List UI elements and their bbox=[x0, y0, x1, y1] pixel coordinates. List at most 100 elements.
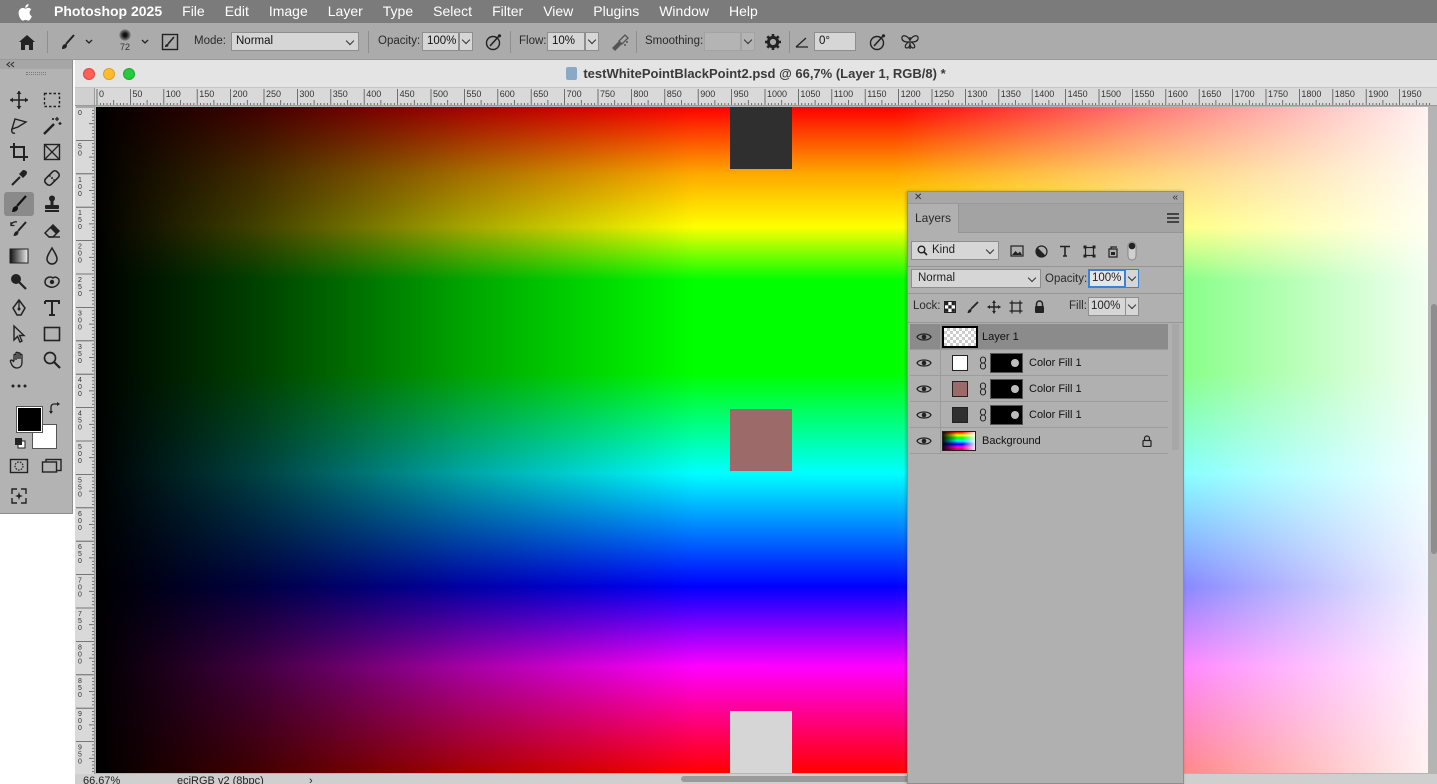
menu-window[interactable]: Window bbox=[649, 0, 719, 23]
background-thumbnail[interactable] bbox=[942, 431, 976, 451]
lock-transparent-pixels-icon[interactable] bbox=[942, 299, 958, 315]
opacity-dropdown-button[interactable] bbox=[459, 32, 473, 51]
collapse-panel-icon[interactable]: « bbox=[1172, 192, 1178, 203]
menu-edit[interactable]: Edit bbox=[215, 0, 259, 23]
horizontal-ruler[interactable]: 0 50 100 150 200 250 300 350 400 450 500 550 600 650 7… bbox=[95, 88, 1437, 106]
menu-layer[interactable]: Layer bbox=[318, 0, 373, 23]
layer-name[interactable]: Color Fill 1 bbox=[1029, 409, 1082, 421]
fill-color-thumbnail[interactable] bbox=[952, 355, 968, 371]
canvas-image[interactable] bbox=[96, 107, 1428, 773]
layer-thumbnail-transparent[interactable] bbox=[942, 326, 978, 348]
layer-row-background[interactable]: Background bbox=[910, 428, 1168, 454]
brush-size-chevron-icon[interactable] bbox=[138, 32, 152, 52]
layers-panel-header[interactable]: ✕ « bbox=[908, 192, 1183, 204]
airbrush-icon[interactable] bbox=[610, 32, 630, 52]
color-profile-info[interactable]: eciRGB v2 (8bpc) bbox=[177, 775, 264, 784]
clone-stamp-tool-icon[interactable] bbox=[39, 192, 65, 216]
screen-mode-icon[interactable] bbox=[39, 454, 65, 478]
menu-type[interactable]: Type bbox=[373, 0, 423, 23]
tools-panel-header[interactable] bbox=[0, 60, 72, 69]
smoothing-input[interactable] bbox=[704, 32, 741, 51]
layer-opacity-dropdown-button[interactable] bbox=[1125, 269, 1139, 288]
layer-name[interactable]: Color Fill 1 bbox=[1029, 383, 1082, 395]
apple-menu-icon[interactable] bbox=[18, 2, 38, 22]
menu-image[interactable]: Image bbox=[259, 0, 318, 23]
layer-row-layer-1[interactable]: Layer 1 bbox=[910, 324, 1168, 350]
eyedropper-tool-icon[interactable] bbox=[6, 166, 32, 190]
frame-tool-icon[interactable] bbox=[39, 140, 65, 164]
visibility-eye-icon[interactable] bbox=[916, 382, 932, 396]
type-tool-icon[interactable] bbox=[39, 296, 65, 320]
menu-plugins[interactable]: Plugins bbox=[583, 0, 649, 23]
app-name-menu[interactable]: Photoshop 2025 bbox=[52, 0, 172, 23]
layer-mask-thumbnail[interactable] bbox=[990, 353, 1023, 373]
mode-select[interactable]: Normal bbox=[231, 32, 359, 51]
filter-type-layers-icon[interactable] bbox=[1057, 243, 1073, 259]
mask-link-icon[interactable] bbox=[979, 382, 987, 396]
layer-name[interactable]: Background bbox=[982, 435, 1041, 447]
lock-image-pixels-icon[interactable] bbox=[964, 299, 980, 315]
history-brush-tool-icon[interactable] bbox=[6, 218, 32, 242]
brush-size-preview[interactable]: 72 bbox=[112, 26, 138, 58]
layer-mask-thumbnail[interactable] bbox=[990, 379, 1023, 399]
menu-file[interactable]: File bbox=[172, 0, 215, 23]
rectangular-marquee-tool-icon[interactable] bbox=[39, 88, 65, 112]
horizontal-scrollbar[interactable] bbox=[681, 776, 911, 782]
home-icon[interactable] bbox=[17, 32, 37, 52]
more-tools-icon[interactable] bbox=[6, 374, 32, 398]
mask-link-icon[interactable] bbox=[979, 356, 987, 370]
lock-position-icon[interactable] bbox=[986, 299, 1002, 315]
menu-select[interactable]: Select bbox=[423, 0, 482, 23]
pressure-size-icon[interactable] bbox=[868, 32, 888, 52]
gradient-tool-icon[interactable] bbox=[6, 244, 32, 268]
smoothing-dropdown-button[interactable] bbox=[741, 32, 755, 51]
collapse-tools-icon[interactable] bbox=[5, 61, 15, 68]
eraser-tool-icon[interactable] bbox=[39, 218, 65, 242]
brush-preset-icon[interactable] bbox=[58, 32, 78, 52]
panel-menu-icon[interactable] bbox=[1167, 213, 1179, 223]
close-panel-icon[interactable]: ✕ bbox=[914, 193, 922, 203]
dodge-tool-icon[interactable] bbox=[6, 270, 32, 294]
foreground-color-swatch[interactable] bbox=[16, 406, 43, 433]
layer-name[interactable]: Layer 1 bbox=[982, 331, 1019, 343]
filter-shape-layers-icon[interactable] bbox=[1081, 243, 1097, 259]
layer-opacity-input[interactable]: 100% bbox=[1088, 269, 1126, 288]
blur-tool-icon[interactable] bbox=[39, 244, 65, 268]
fill-color-thumbnail[interactable] bbox=[952, 407, 968, 423]
layer-name[interactable]: Color Fill 1 bbox=[1029, 357, 1082, 369]
quick-mask-icon[interactable] bbox=[6, 454, 32, 478]
generative-edit-icon[interactable] bbox=[6, 484, 32, 508]
layer-filter-kind-select[interactable]: Kind bbox=[911, 241, 999, 260]
fill-input[interactable]: 100% bbox=[1088, 297, 1126, 316]
lasso-tool-icon[interactable] bbox=[6, 114, 32, 138]
move-tool-icon[interactable] bbox=[6, 88, 32, 112]
lock-artboard-icon[interactable] bbox=[1008, 299, 1024, 315]
zoom-level[interactable]: 66,67% bbox=[83, 775, 120, 784]
flow-input[interactable]: 10% bbox=[547, 32, 585, 51]
vertical-scrollbar[interactable] bbox=[1431, 304, 1437, 554]
fill-color-thumbnail[interactable] bbox=[952, 381, 968, 397]
filter-toggle-switch[interactable] bbox=[1127, 241, 1137, 261]
menu-filter[interactable]: Filter bbox=[482, 0, 533, 23]
layer-mask-thumbnail[interactable] bbox=[990, 405, 1023, 425]
smudge-direct-select-icon[interactable] bbox=[39, 270, 65, 294]
brush-preset-chevron-icon[interactable] bbox=[82, 32, 96, 52]
layer-row-color-fill-dark[interactable]: Color Fill 1 bbox=[910, 402, 1168, 428]
default-colors-icon[interactable] bbox=[14, 437, 26, 449]
tab-layers[interactable]: Layers bbox=[908, 204, 959, 233]
status-info-arrow[interactable]: › bbox=[309, 775, 313, 784]
spot-healing-brush-tool-icon[interactable] bbox=[39, 166, 65, 190]
visibility-eye-icon[interactable] bbox=[916, 408, 932, 422]
crop-tool-icon[interactable] bbox=[6, 140, 32, 164]
layers-scroll-track[interactable] bbox=[1172, 324, 1179, 450]
tools-grip[interactable] bbox=[26, 72, 46, 75]
blend-mode-select[interactable]: Normal bbox=[911, 269, 1041, 288]
flow-dropdown-button[interactable] bbox=[585, 32, 599, 51]
filter-pixel-layers-icon[interactable] bbox=[1009, 243, 1025, 259]
smoothing-gear-icon[interactable] bbox=[763, 32, 783, 52]
filter-adjustment-layers-icon[interactable] bbox=[1033, 243, 1049, 259]
pen-tool-icon[interactable] bbox=[6, 296, 32, 320]
opacity-input[interactable]: 100% bbox=[422, 32, 459, 51]
fill-dropdown-button[interactable] bbox=[1125, 297, 1139, 316]
hand-tool-icon[interactable] bbox=[6, 348, 32, 372]
